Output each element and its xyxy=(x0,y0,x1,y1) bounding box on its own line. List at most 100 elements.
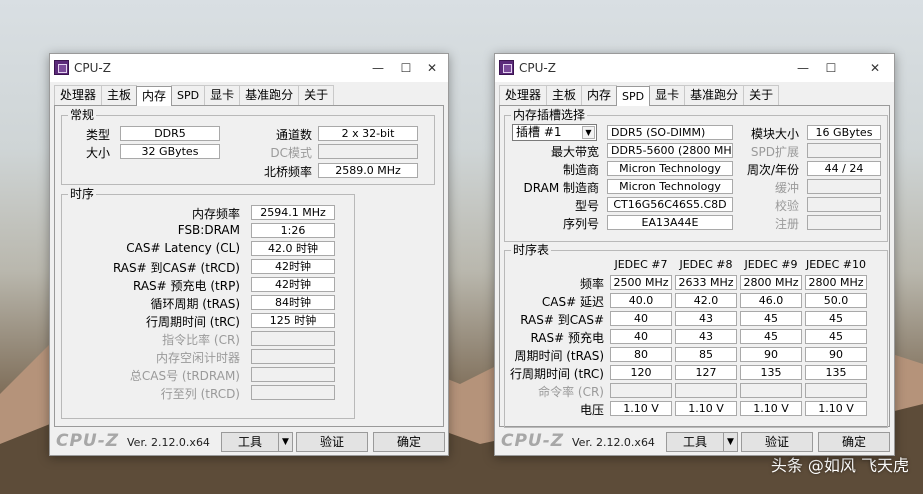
jedec-column-header: JEDEC #7 xyxy=(614,258,668,271)
tab-graphics[interactable]: 显卡 xyxy=(204,85,241,105)
max-bandwidth-label: 最大带宽 xyxy=(550,145,599,159)
maximize-icon[interactable]: ☐ xyxy=(396,58,416,78)
timing-cell: 90 xyxy=(805,347,867,362)
tab-graphics[interactable]: 显卡 xyxy=(649,85,686,105)
serial-number-label: 序列号 xyxy=(562,217,599,231)
close-icon[interactable]: ✕ xyxy=(865,58,885,78)
dc-mode-label: DC模式 xyxy=(270,146,312,160)
timing-table-group: 时序表 JEDEC #7 JEDEC #8 JEDEC #9 JEDEC #10 频率 2… xyxy=(504,243,888,428)
timing-cell: 80 xyxy=(610,347,672,362)
window-title: CPU-Z xyxy=(74,61,111,75)
timing-cell: 40 xyxy=(610,329,672,344)
timing-cell: 2500 MHz xyxy=(610,275,672,290)
group-title: 常规 xyxy=(68,108,97,122)
spd-ext-label: SPD扩展 xyxy=(750,145,799,159)
footer: CPU-Z Ver. 2.12.0.x64 工具 ▼ 验证 确定 xyxy=(50,429,448,455)
ok-button[interactable]: 确定 xyxy=(373,432,445,452)
timing-row-label: 周期时间 (tRAS) xyxy=(514,349,604,363)
timing-value xyxy=(251,385,335,400)
timing-cell: 45 xyxy=(740,329,802,344)
tools-button[interactable]: 工具 xyxy=(666,432,724,452)
timing-value: 1:26 xyxy=(251,223,335,238)
maximize-icon[interactable]: ☐ xyxy=(821,58,841,78)
size-value: 32 GBytes xyxy=(120,144,220,159)
timing-cell: 50.0 xyxy=(805,293,867,308)
timing-label: 循环周期 (tRAS) xyxy=(150,297,240,311)
timing-cell: 43 xyxy=(675,311,737,326)
size-label: 大小 xyxy=(85,146,110,160)
timing-value: 42时钟 xyxy=(251,277,335,292)
part-number-value: CT16G56C46S5.C8D xyxy=(607,197,733,212)
slot-select-value: 插槽 #1 xyxy=(516,125,562,139)
tab-about[interactable]: 关于 xyxy=(743,85,780,105)
tab-cpu[interactable]: 处理器 xyxy=(54,85,103,105)
channels-value: 2 x 32-bit xyxy=(318,126,418,141)
timing-cell: 2800 MHz xyxy=(805,275,867,290)
group-title: 时序表 xyxy=(511,243,552,257)
tools-dropdown-icon[interactable]: ▼ xyxy=(278,432,293,452)
tab-memory[interactable]: 内存 xyxy=(581,85,618,105)
timing-label: 内存空闲计时器 xyxy=(155,351,240,365)
ok-button[interactable]: 确定 xyxy=(818,432,890,452)
general-group: 常规 类型 DDR5 大小 32 GBytes 通道数 2 x 32-bit D… xyxy=(61,108,435,185)
timing-value xyxy=(251,367,335,382)
timings-group: 时序 内存频率 2594.1 MHz FSB:DRAM 1:26 CAS# Latenc… xyxy=(61,187,355,419)
validate-button[interactable]: 验证 xyxy=(296,432,368,452)
timing-cell: 1.10 V xyxy=(675,401,737,416)
timing-value: 42.0 时钟 xyxy=(251,241,335,256)
tab-bench[interactable]: 基准跑分 xyxy=(239,85,300,105)
dram-manufacturer-value: Micron Technology xyxy=(607,179,733,194)
group-title: 内存插槽选择 xyxy=(511,108,588,122)
correction-value xyxy=(807,197,881,212)
cpuz-brand-logo: CPU-Z xyxy=(501,431,565,451)
part-number-label: 型号 xyxy=(574,199,599,213)
timing-value: 125 时钟 xyxy=(251,313,335,328)
close-icon[interactable]: ✕ xyxy=(422,58,442,78)
timing-row-label: RAS# 预充电 xyxy=(530,331,604,345)
timing-cell: 1.10 V xyxy=(805,401,867,416)
week-year-label: 周次/年份 xyxy=(746,163,799,177)
timing-cell: 120 xyxy=(610,365,672,380)
timing-cell: 42.0 xyxy=(675,293,737,308)
timing-value: 2594.1 MHz xyxy=(251,205,335,220)
timing-row-label: 电压 xyxy=(579,403,604,417)
timing-cell: 1.10 V xyxy=(740,401,802,416)
timing-cell: 85 xyxy=(675,347,737,362)
timing-label: CAS# Latency (CL) xyxy=(126,241,240,255)
max-bandwidth-value: DDR5-5600 (2800 MHz) xyxy=(607,143,733,158)
tools-dropdown-icon[interactable]: ▼ xyxy=(723,432,738,452)
slot-select[interactable]: 插槽 #1 ▼ xyxy=(512,124,597,141)
tab-mainboard[interactable]: 主板 xyxy=(546,85,583,105)
serial-number-value: EA13A44E xyxy=(607,215,733,230)
dram-manufacturer-label: DRAM 制造商 xyxy=(523,181,599,195)
timing-cell xyxy=(805,383,867,398)
timing-cell: 90 xyxy=(740,347,802,362)
cpuz-spd-window: CPU-Z — ☐ ✕ 处理器 主板 内存 SPD 显卡 基准跑分 关于 内存插槽选择 插槽… xyxy=(494,53,895,456)
buffer-label: 缓冲 xyxy=(774,181,799,195)
tab-memory[interactable]: 内存 xyxy=(136,86,173,106)
timing-value xyxy=(251,331,335,346)
minimize-icon[interactable]: — xyxy=(368,58,388,78)
tab-bench[interactable]: 基准跑分 xyxy=(684,85,745,105)
week-year-value: 44 / 24 xyxy=(807,161,881,176)
timing-cell: 1.10 V xyxy=(610,401,672,416)
tab-cpu[interactable]: 处理器 xyxy=(499,85,548,105)
slot-group: 内存插槽选择 插槽 #1 ▼ DDR5 (SO-DIMM) 模块大小 16 GB… xyxy=(504,108,888,242)
validate-button[interactable]: 验证 xyxy=(741,432,813,452)
timing-label: 行周期时间 (tRC) xyxy=(145,315,240,329)
timing-cell: 2800 MHz xyxy=(740,275,802,290)
tab-about[interactable]: 关于 xyxy=(298,85,335,105)
timing-row-label: 行周期时间 (tRC) xyxy=(509,367,604,381)
title-bar: CPU-Z — ☐ ✕ xyxy=(50,54,448,82)
jedec-column-header: JEDEC #10 xyxy=(805,258,866,271)
memory-page: 常规 类型 DDR5 大小 32 GBytes 通道数 2 x 32-bit D… xyxy=(54,105,444,427)
tools-button[interactable]: 工具 xyxy=(221,432,279,452)
dc-mode-value xyxy=(318,144,418,159)
tab-mainboard[interactable]: 主板 xyxy=(101,85,138,105)
minimize-icon[interactable]: — xyxy=(793,58,813,78)
tab-spd[interactable]: SPD xyxy=(171,85,206,105)
tab-spd[interactable]: SPD xyxy=(616,86,651,106)
registered-value xyxy=(807,215,881,230)
timing-row-label: CAS# 延迟 xyxy=(541,295,604,309)
timing-row-label: 频率 xyxy=(579,277,604,291)
